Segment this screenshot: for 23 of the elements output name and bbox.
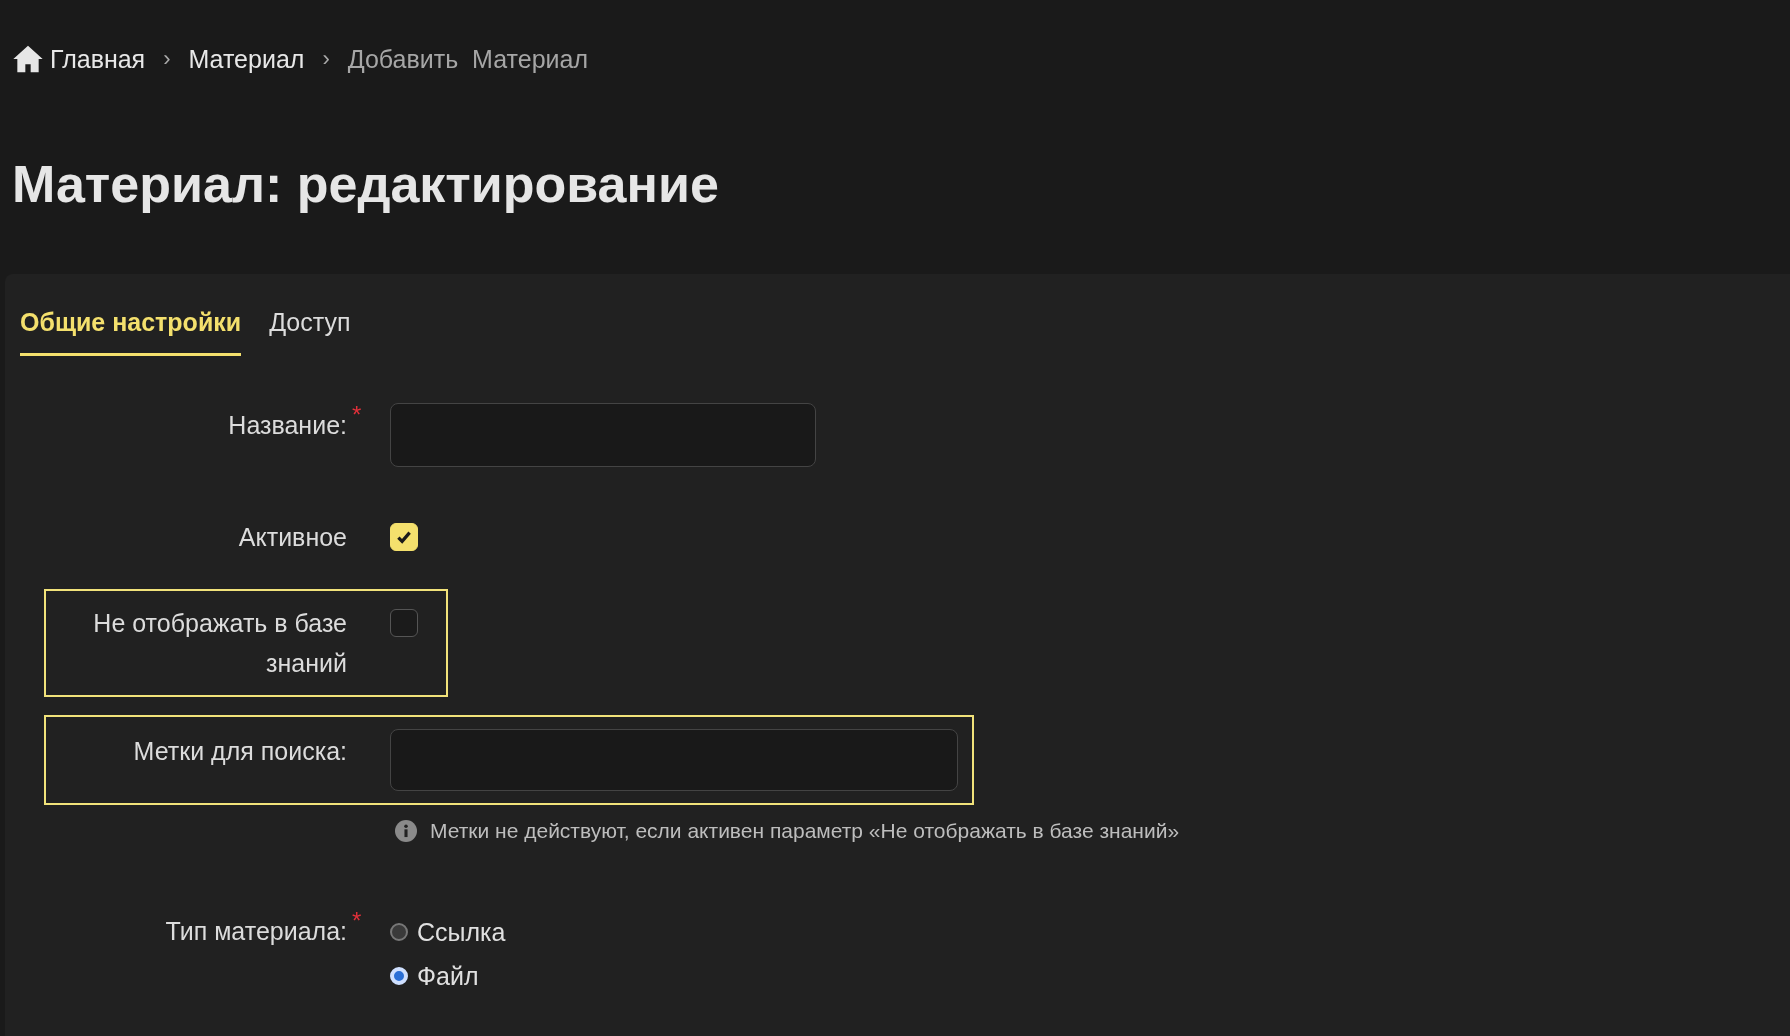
required-mark: * bbox=[352, 400, 362, 430]
breadcrumb-separator: › bbox=[322, 46, 330, 72]
field-label: Не отображать в базе знаний bbox=[93, 609, 347, 677]
field-label: Тип материала: bbox=[165, 917, 347, 945]
page-title: Материал: редактирование bbox=[11, 154, 720, 215]
field-label: Метки для поиска: bbox=[133, 737, 347, 765]
radio-option[interactable]: Файл bbox=[390, 957, 506, 995]
radio-option[interactable]: Ссылка bbox=[390, 913, 506, 951]
tab[interactable]: Общие настройки bbox=[20, 302, 242, 356]
tab[interactable]: Доступ bbox=[269, 302, 351, 356]
breadcrumb-link[interactable]: Материал bbox=[188, 44, 305, 74]
field-hint: Метки не действуют, если активен параметр «Не отображать в базе знаний» bbox=[430, 819, 1180, 843]
field-label: Активное bbox=[238, 523, 347, 551]
field-label: Название: bbox=[228, 411, 347, 439]
text-input-field[interactable] bbox=[390, 403, 816, 467]
breadcrumb-separator: › bbox=[163, 46, 171, 72]
home-icon[interactable] bbox=[12, 44, 44, 74]
required-mark: * bbox=[352, 906, 362, 936]
breadcrumb-link[interactable]: Главная bbox=[50, 44, 146, 74]
checkbox[interactable] bbox=[390, 609, 418, 637]
breadcrumb-link[interactable]: Добавить Материал bbox=[347, 44, 588, 74]
info-icon bbox=[395, 820, 417, 842]
text-input-field[interactable] bbox=[390, 729, 958, 791]
